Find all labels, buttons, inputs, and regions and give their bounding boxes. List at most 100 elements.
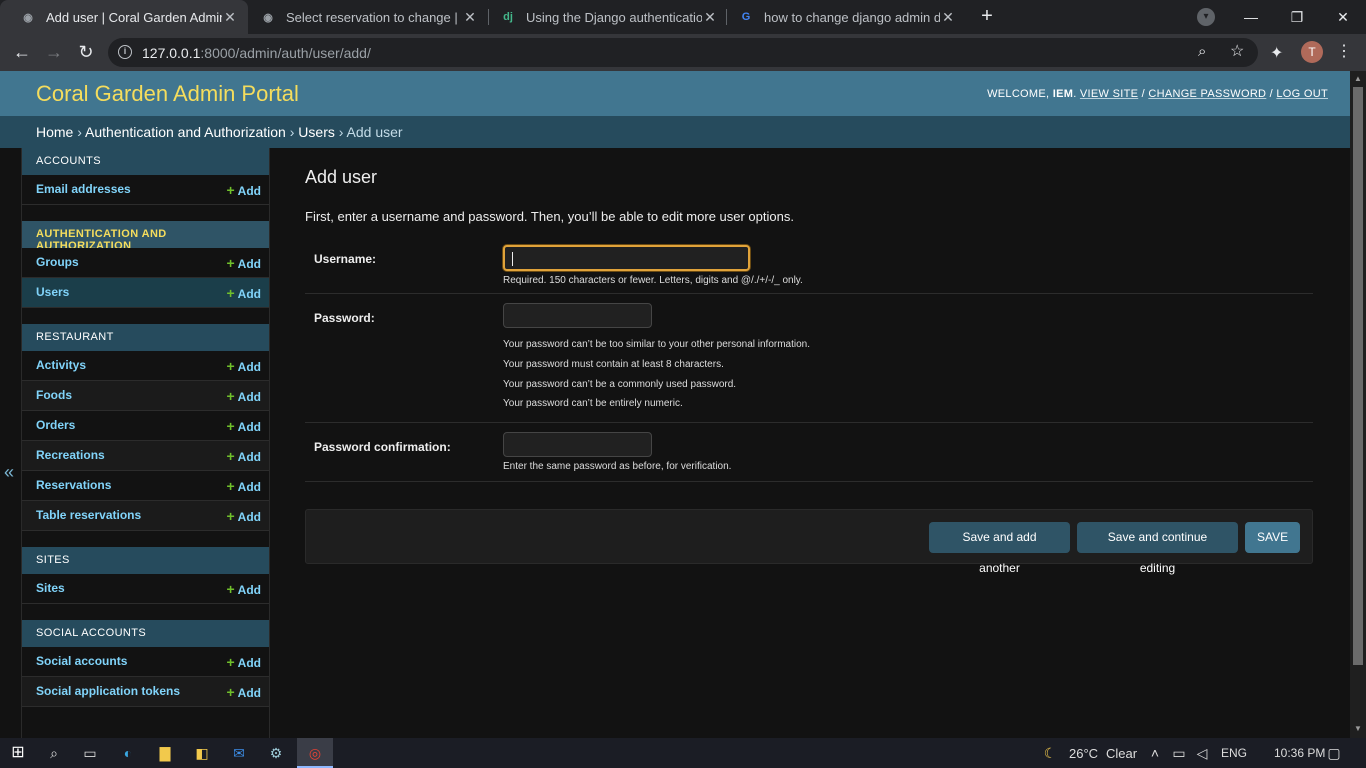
sidebar-item-social-accounts[interactable]: Social accounts + Add	[22, 647, 269, 677]
model-link[interactable]: Activitys	[36, 358, 86, 372]
mail-icon[interactable]: ✉	[227, 741, 251, 765]
weather-temperature[interactable]: 26°C	[1069, 746, 1098, 761]
add-link[interactable]: + Add	[226, 448, 261, 464]
store-icon[interactable]: ◧	[190, 741, 214, 765]
minimize-icon[interactable]: —	[1228, 0, 1274, 34]
app-caption[interactable]: AUTHENTICATION AND AUTHORIZATION	[22, 221, 269, 252]
extensions-puzzle-icon[interactable]: ✦	[1270, 43, 1283, 63]
sidebar-item-sites[interactable]: Sites + Add	[22, 574, 269, 604]
save-and-add-another-button[interactable]: Save and add another	[929, 522, 1070, 575]
password-input[interactable]	[503, 303, 652, 328]
profile-avatar[interactable]: T	[1301, 41, 1323, 63]
model-link[interactable]: Foods	[36, 388, 72, 402]
reload-icon[interactable]: ↻	[74, 40, 98, 64]
model-link[interactable]: Sites	[36, 581, 65, 595]
back-arrow-icon[interactable]: ←	[10, 40, 34, 64]
sidebar-item-reservations[interactable]: Reservations + Add	[22, 471, 269, 501]
model-link[interactable]: Social application tokens	[36, 684, 180, 698]
add-link[interactable]: + Add	[226, 508, 261, 524]
model-link[interactable]: Reservations	[36, 478, 111, 492]
add-link[interactable]: + Add	[226, 581, 261, 597]
browser-tab-google-search[interactable]: G how to change django admin dis ✕	[718, 0, 966, 34]
close-tab-icon[interactable]: ✕	[702, 9, 718, 26]
scroll-up-arrow-icon[interactable]: ▲	[1353, 74, 1363, 83]
add-link[interactable]: + Add	[226, 418, 261, 434]
volume-icon[interactable]: ◁	[1190, 741, 1214, 765]
sidebar-item-email-addresses[interactable]: Email addresses + Add	[22, 175, 269, 205]
restore-icon[interactable]: ❐	[1274, 0, 1320, 34]
add-link[interactable]: + Add	[226, 255, 261, 271]
browser-tab-django-docs[interactable]: dj Using the Django authentication ✕	[480, 0, 728, 34]
moon-weather-icon[interactable]: ☾	[1038, 741, 1062, 765]
close-tab-icon[interactable]: ✕	[462, 9, 478, 26]
model-link[interactable]: Users	[36, 285, 69, 299]
browser-menu-icon[interactable]: ⋮	[1336, 41, 1352, 61]
model-link[interactable]: Groups	[36, 255, 79, 269]
add-link[interactable]: + Add	[226, 478, 261, 494]
toggle-sidebar-button[interactable]: «	[0, 148, 22, 738]
add-link[interactable]: + Add	[226, 182, 261, 198]
model-link[interactable]: Recreations	[36, 448, 105, 462]
clock-time[interactable]: 10:36 PM	[1274, 746, 1325, 760]
info-icon[interactable]: i	[118, 45, 132, 59]
battery-icon[interactable]: ▭	[1167, 741, 1191, 765]
app-caption[interactable]: SITES	[22, 547, 269, 574]
username-input[interactable]	[503, 245, 750, 271]
sidebar-item-activitys[interactable]: Activitys + Add	[22, 351, 269, 381]
save-button[interactable]: SAVE	[1245, 522, 1300, 553]
log-out-link[interactable]: LOG OUT	[1276, 88, 1328, 100]
sidebar-item-users[interactable]: Users + Add	[22, 278, 269, 308]
scrollbar-thumb[interactable]	[1353, 87, 1363, 665]
close-tab-icon[interactable]: ✕	[222, 9, 238, 26]
save-and-continue-button[interactable]: Save and continue editing	[1077, 522, 1238, 575]
sidebar-item-table-reservations[interactable]: Table reservations + Add	[22, 501, 269, 531]
zoom-icon[interactable]: ⌕	[1198, 43, 1206, 60]
breadcrumb-home[interactable]: Home	[36, 124, 73, 140]
model-link[interactable]: Social accounts	[36, 654, 127, 668]
add-link[interactable]: + Add	[226, 285, 261, 301]
sidebar-item-groups[interactable]: Groups + Add	[22, 248, 269, 278]
sidebar-item-social-application-tokens[interactable]: Social application tokens + Add	[22, 677, 269, 707]
app-icon[interactable]: ⚙	[264, 741, 288, 765]
page-scrollbar[interactable]: ▲ ▼	[1350, 71, 1366, 738]
new-tab-icon[interactable]: +	[976, 6, 998, 28]
close-tab-icon[interactable]: ✕	[940, 9, 956, 26]
add-link[interactable]: + Add	[226, 358, 261, 374]
sidebar-item-recreations[interactable]: Recreations + Add	[22, 441, 269, 471]
add-link[interactable]: + Add	[226, 654, 261, 670]
chrome-icon[interactable]: ◎	[303, 741, 327, 765]
add-link[interactable]: + Add	[226, 388, 261, 404]
task-view-icon[interactable]: ▭	[78, 741, 102, 765]
breadcrumb-model[interactable]: Users	[298, 124, 335, 140]
browser-tab-select-reservation[interactable]: ◉ Select reservation to change | Co ✕	[240, 0, 488, 34]
sidebar-item-orders[interactable]: Orders + Add	[22, 411, 269, 441]
sidebar-item-foods[interactable]: Foods + Add	[22, 381, 269, 411]
language-indicator[interactable]: ENG	[1221, 746, 1247, 760]
chevron-up-icon[interactable]: ˄	[1143, 741, 1167, 765]
file-explorer-icon[interactable]: ▇	[153, 741, 177, 765]
notifications-icon[interactable]: ▢	[1322, 741, 1346, 765]
add-link[interactable]: + Add	[226, 684, 261, 700]
window-close-icon[interactable]: ✕	[1320, 0, 1366, 34]
site-title[interactable]: Coral Garden Admin Portal	[36, 81, 299, 107]
scroll-down-arrow-icon[interactable]: ▼	[1353, 724, 1363, 733]
password-confirmation-input[interactable]	[503, 432, 652, 457]
address-bar[interactable]: i 127.0.0.1:8000/admin/auth/user/add/ ⌕ …	[108, 38, 1258, 67]
bookmark-star-icon[interactable]: ☆	[1230, 41, 1244, 61]
tab-search-icon[interactable]: ▾	[1197, 8, 1215, 26]
view-site-link[interactable]: VIEW SITE	[1080, 88, 1138, 100]
url-text[interactable]: 127.0.0.1:8000/admin/auth/user/add/	[142, 45, 371, 61]
change-password-link[interactable]: CHANGE PASSWORD	[1148, 88, 1266, 100]
app-caption[interactable]: RESTAURANT	[22, 324, 269, 351]
model-link[interactable]: Table reservations	[36, 508, 141, 522]
model-link[interactable]: Email addresses	[36, 182, 131, 196]
search-icon[interactable]: ⌕	[42, 741, 66, 765]
weather-condition[interactable]: Clear	[1106, 746, 1137, 761]
app-caption[interactable]: SOCIAL ACCOUNTS	[22, 620, 269, 647]
windows-start-icon[interactable]: ⊞	[6, 741, 30, 765]
model-link[interactable]: Orders	[36, 418, 75, 432]
breadcrumb-app[interactable]: Authentication and Authorization	[85, 124, 286, 140]
browser-tab-add-user[interactable]: ◉ Add user | Coral Garden Admin P ✕	[0, 0, 248, 34]
app-caption[interactable]: ACCOUNTS	[22, 148, 269, 175]
edge-icon[interactable]: ◐	[116, 741, 140, 765]
